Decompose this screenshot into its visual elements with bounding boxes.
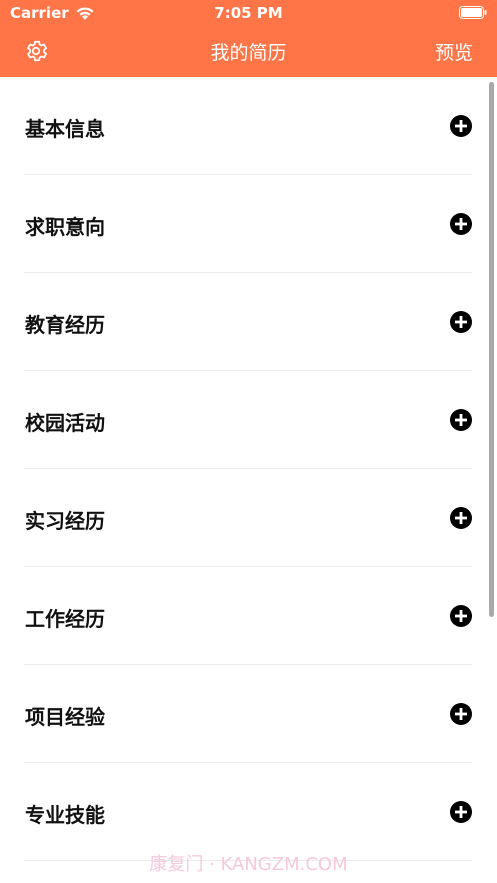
list-item-label: 基本信息 (25, 117, 105, 141)
battery-icon (459, 6, 487, 19)
plus-circle-icon[interactable] (450, 605, 472, 627)
list-item-label: 项目经验 (25, 705, 105, 729)
plus-circle-icon[interactable] (450, 703, 472, 725)
list-item-campus-activities[interactable]: 校园活动 (24, 371, 472, 469)
list-item-label: 教育经历 (25, 313, 105, 337)
plus-circle-icon[interactable] (450, 311, 472, 333)
scrollbar[interactable] (489, 82, 494, 617)
list-item-label: 专业技能 (25, 803, 105, 827)
header: Carrier 7:05 PM 我的简历 预览 (0, 0, 497, 77)
list-item-education[interactable]: 教育经历 (24, 273, 472, 371)
nav-bar: 我的简历 预览 (0, 28, 497, 74)
page-title: 我的简历 (210, 42, 287, 64)
plus-circle-icon[interactable] (450, 507, 472, 529)
list-item-internship[interactable]: 实习经历 (24, 469, 472, 567)
preview-button[interactable]: 预览 (435, 38, 473, 65)
plus-circle-icon[interactable] (450, 115, 472, 137)
plus-circle-icon[interactable] (450, 801, 472, 823)
status-bar: Carrier 7:05 PM (0, 0, 497, 26)
list-item-label: 实习经历 (25, 509, 105, 533)
resume-section-list: 基本信息 求职意向 教育经历 校园活动 实习经历 工作经历 项目经验 专业技能 (0, 77, 497, 861)
plus-circle-icon[interactable] (450, 409, 472, 431)
list-item-basic-info[interactable]: 基本信息 (24, 77, 472, 175)
list-item-label: 校园活动 (25, 411, 105, 435)
list-item-work-experience[interactable]: 工作经历 (24, 567, 472, 665)
list-item-projects[interactable]: 项目经验 (24, 665, 472, 763)
status-time: 7:05 PM (214, 4, 283, 22)
list-item-skills[interactable]: 专业技能 (24, 763, 472, 861)
list-item-job-intention[interactable]: 求职意向 (24, 175, 472, 273)
list-item-label: 工作经历 (25, 607, 105, 631)
list-item-label: 求职意向 (25, 215, 105, 239)
watermark: 康复门 · KANGZM.COM (149, 854, 348, 875)
plus-circle-icon[interactable] (450, 213, 472, 235)
